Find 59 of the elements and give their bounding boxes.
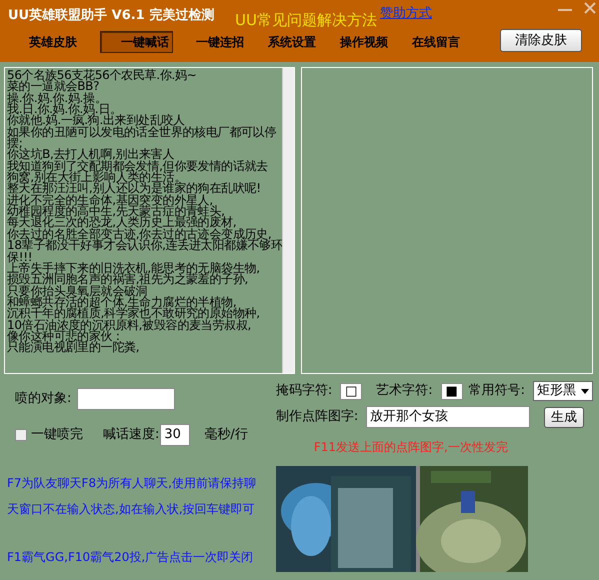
message-line: 我.日.你.妈.你.妈.日。 [7, 104, 122, 116]
message-line: 10倍石油浓度的沉积原料,被毁容的麦当劳叔叔, [7, 320, 251, 331]
message-line: 只能演电视剧里的一陀粪, [7, 342, 140, 354]
target-input[interactable] [77, 388, 176, 410]
message-line: 每天退化三次的恐龙,人类历史上最强的废材, [7, 217, 236, 229]
message-line: 18辈子都没干好事才会认识你,连丢进太阳都嫌不够环 [7, 240, 280, 252]
message-line: 我知道狗到了交配期都会发情,但你要发情的话就去 [7, 160, 269, 172]
message-line: 只要你抬头臭氧层就会破洞 [7, 286, 148, 297]
message-line: 保!!! [7, 252, 32, 263]
tab[interactable]: 一键喊话 [100, 31, 173, 53]
help-link[interactable]: UU常见问题解决方法 [235, 9, 377, 32]
tab[interactable]: 系统设置 [267, 31, 317, 53]
message-line: 上帝失手摔下来的旧洗衣机,能思考的无脑袋生物, [7, 262, 261, 274]
caret-icon [581, 388, 589, 394]
mask-char-input[interactable]: □ [340, 382, 362, 400]
window-title: UU英雄联盟助手 V6.1 完美过检测 [8, 6, 214, 25]
tab[interactable]: 在线留言 [411, 31, 461, 53]
message-line: 幼稚园程度的高中生,先天蒙古症的青蛙头, [7, 206, 225, 218]
message-line: 像你这种可悲的家伙 : [7, 330, 120, 342]
note-text: F1霸气GG,F10霸气20投,广告点击一次即关闭 [7, 549, 254, 566]
target-label: 喷的对象: [15, 390, 72, 408]
tab[interactable]: 英雄皮肤 [28, 31, 78, 53]
speed-input[interactable]: 30 [160, 424, 190, 446]
message-line: 狗窝,别在大街上影响人类的生活。 [7, 172, 186, 184]
speed-label: 喊话速度: [103, 426, 160, 444]
generate-button[interactable]: 生成 [544, 406, 584, 428]
message-line: 摆; [7, 138, 22, 150]
checkbox[interactable] [15, 429, 27, 441]
minimize-icon[interactable] [558, 8, 572, 12]
checkbox-label: 一键喷完 [31, 426, 83, 444]
tab[interactable]: 操作视频 [339, 31, 389, 53]
message-line: 如果你的丑陋可以发电的话全世界的核电厂都可以停 [7, 126, 278, 138]
message-line: 你就他.妈.一疯.狗.出来到处乱咬人 [7, 115, 185, 127]
dot-text-input[interactable]: 放开那个女孩 [366, 406, 530, 428]
hint-text: F11发送上面的点阵图字,一次性发完 [314, 439, 509, 456]
scrollbar[interactable] [282, 68, 294, 373]
clear-skin-button[interactable]: 清除皮肤 [500, 29, 582, 52]
symbol-label: 常用符号: [468, 382, 525, 400]
message-line: 操.你.妈.你.妈.操。 [7, 92, 106, 104]
note-text: F7为队友聊天F8为所有人聊天,使用前请保持聊 [7, 475, 257, 492]
message-line: 和蟑螂共存活的超个体,生命力腐烂的半植物, [7, 296, 236, 308]
message-line: 你去过的名胜全部变古迹,你去过的古迹会变成历史, [7, 228, 272, 240]
message-line: 你这坑B,去打人机啊,别出来害人 [7, 149, 174, 161]
message-line: 损毁五洲同胞名声的祸害,祖先为之蒙羞的子孙, [7, 274, 248, 286]
mask-char-label: 掩码字符: [276, 382, 332, 400]
note-text: 天窗口不在输入状态,如在输入状,按回车键即可 [7, 501, 256, 518]
art-char-input[interactable]: ■ [440, 382, 463, 400]
message-line: 进化不完全的生命体,基因突变的外星人, [7, 194, 213, 206]
tab[interactable]: 一键连招 [195, 31, 245, 53]
close-icon[interactable] [584, 2, 596, 14]
message-line: 沉积千年的腐植质,科学家也不敢研究的原始物种, [7, 308, 261, 320]
dot-text-label: 制作点阵图字: [276, 408, 358, 426]
message-text-area[interactable] [4, 67, 295, 374]
message-line: 56个名族56支花56个农民草.你.妈~ [7, 70, 198, 82]
symbol-dropdown[interactable]: 矩形黑 [533, 381, 593, 401]
message-line: 菜的一逼就会BB? [7, 81, 100, 93]
message-line: 整天在那汪汪叫,别人还以为是谁家的狗在乱吠呢! [7, 183, 262, 195]
unit-label: 毫秒/行 [204, 426, 248, 444]
art-char-label: 艺术字符: [376, 382, 433, 400]
